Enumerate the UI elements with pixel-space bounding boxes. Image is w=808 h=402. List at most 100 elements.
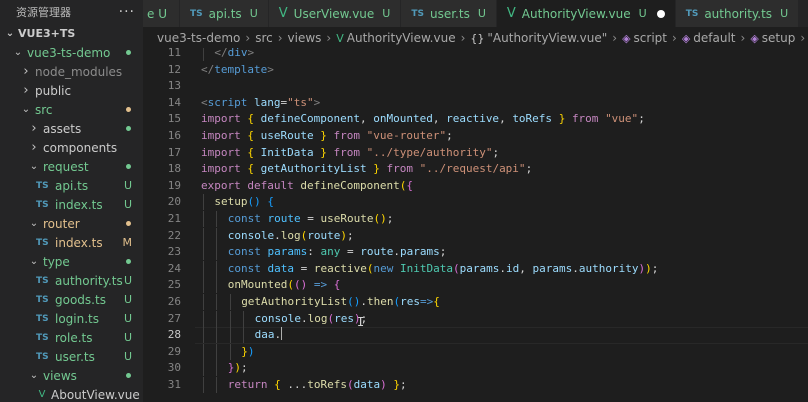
code-line[interactable]: 23 const params: any = route.params;	[143, 244, 808, 261]
code-line[interactable]: 28 daa.	[143, 327, 808, 345]
tab-api-ts[interactable]: TS api.ts U	[179, 0, 269, 27]
code-line[interactable]: 27 console.log(res);	[143, 310, 808, 327]
code-line[interactable]: 22 console.log(route);	[143, 227, 808, 244]
code-line[interactable]: 21 const route = useRoute();	[143, 211, 808, 227]
git-status-badge: U	[123, 312, 132, 325]
code-text: })	[241, 344, 254, 360]
more-actions-icon[interactable]: ···	[119, 4, 135, 20]
tree-item[interactable]: TS index.ts U	[0, 195, 143, 214]
code-token: daa	[254, 328, 275, 342]
code-token: }	[320, 129, 327, 142]
code-line[interactable]: 11 </div>	[143, 48, 808, 61]
tree-item[interactable]: V AboutView.vue	[0, 385, 143, 402]
code-text: console.log(route);	[228, 228, 354, 244]
code-token: res	[334, 311, 354, 325]
line-number: 17	[167, 145, 181, 159]
code-line[interactable]: 20 setup() {	[143, 194, 808, 211]
breadcrumb-item[interactable]: {} "AuthorityView.vue"	[470, 31, 607, 45]
breadcrumb-item[interactable]: V AuthorityView.vue	[336, 31, 455, 45]
code-token: {	[333, 278, 341, 292]
breadcrumb-item[interactable]: ◈ default	[682, 31, 736, 45]
code-line[interactable]: 31 return { ...toRefs(data) };	[143, 377, 808, 393]
chevron-right-icon: ›	[23, 64, 29, 79]
breadcrumb-item[interactable]: ◈ setup	[750, 31, 795, 45]
tab-userview-vue[interactable]: V UserView.vue U	[268, 0, 402, 27]
tree-item[interactable]: › assets	[0, 119, 143, 138]
line-number: 21	[167, 212, 181, 225]
tree-item-label: role.ts	[55, 330, 93, 345]
tree-item[interactable]: TS role.ts U	[0, 328, 143, 347]
tree-item[interactable]: TS authority.ts U	[0, 271, 143, 290]
code-line[interactable]: 16 import { useRoute } from "vue-router";	[143, 128, 808, 144]
code-line[interactable]: 19 export default defineComponent({	[143, 178, 808, 194]
chevron-right-icon: ›	[245, 30, 251, 45]
line-number: 24	[167, 261, 181, 275]
code-text: getAuthorityList().then(res=>{	[241, 294, 440, 310]
tree-item[interactable]: TS login.ts U	[0, 309, 143, 328]
git-status-dot	[126, 164, 131, 169]
tab-label: UserView.vue	[293, 6, 375, 21]
typescript-file-icon: TS	[36, 180, 49, 191]
code-line[interactable]: 12 </template>	[143, 62, 808, 78]
code-line[interactable]: 14 <script lang="ts">	[143, 95, 808, 111]
line-number: 28	[167, 328, 181, 342]
typescript-file-icon: TS	[411, 8, 424, 19]
code-editor[interactable]: 11 </div> 12 </template> 13 14 <script lang="t…	[143, 48, 808, 402]
chevron-right-icon: ›	[31, 121, 37, 136]
code-text: const route = useRoute();	[228, 211, 394, 227]
tree-item[interactable]: ⌄ request	[0, 157, 143, 176]
tab-authorityview-vue[interactable]: V AuthorityView.vue U	[496, 0, 676, 27]
tree-item[interactable]: ⌄ router	[0, 214, 143, 233]
code-line[interactable]: 24 const data = reactive(new InitData(par…	[143, 260, 808, 277]
breadcrumb-item[interactable]: ◈ script	[622, 31, 667, 45]
editor-tab-bar: e U TS api.ts U V UserView.vue U TS user.ts U V Aut…	[143, 0, 808, 27]
code-token: ;	[386, 212, 394, 225]
code-line[interactable]: 15 import { defineComponent, onMounted, r…	[143, 111, 808, 127]
breadcrumb-item[interactable]: views	[288, 31, 322, 45]
tree-item[interactable]: TS index.ts M	[0, 233, 143, 252]
tree-item-label: public	[35, 83, 72, 98]
tab-user-ts[interactable]: TS user.ts U	[401, 0, 497, 27]
tree-item[interactable]: TS api.ts U	[0, 176, 143, 195]
tree-item[interactable]: › components	[0, 138, 143, 157]
explorer-title: 资源管理器	[16, 6, 71, 19]
code-line[interactable]: 18 import { getAuthorityList } from "../r…	[143, 161, 808, 177]
code-line[interactable]: 29})	[143, 343, 808, 360]
tree-item[interactable]: ⌄ type	[0, 252, 143, 271]
tree-item-label: type	[43, 254, 70, 269]
tab-authority-ts[interactable]: TS authority.ts U	[675, 0, 800, 27]
typescript-file-icon: TS	[36, 294, 49, 305]
tree-item[interactable]: ⌄ views	[0, 366, 143, 385]
file-tree: ⌄ vue3-ts-demo › node_modules › public ⌄ src › as…	[0, 43, 143, 402]
code-line[interactable]: 30});	[143, 360, 808, 377]
unsaved-dot-icon[interactable]	[656, 9, 665, 18]
code-token: from	[333, 145, 360, 159]
tab-e-u[interactable]: e U	[143, 0, 180, 27]
tree-item[interactable]: ⌄ src	[0, 100, 143, 119]
tree-item-label: AboutView.vue	[51, 387, 140, 402]
indent-guide	[229, 310, 231, 327]
breadcrumb-label: AuthorityView.vue	[346, 30, 456, 45]
tree-item[interactable]: › node_modules	[0, 62, 143, 81]
chevron-down-icon: ⌄	[29, 370, 39, 381]
code-line[interactable]: 25 onMounted(() => {	[143, 277, 808, 294]
code-token: ()	[347, 295, 361, 308]
code-token: useRoute	[260, 129, 314, 142]
git-status-dot	[126, 373, 131, 378]
tree-item[interactable]: TS goods.ts U	[0, 290, 143, 309]
git-status-dot	[126, 126, 131, 131]
code-token: }	[241, 344, 248, 358]
code-line[interactable]: 26 getAuthorityList().then(res=>{	[143, 294, 808, 310]
breadcrumb-item[interactable]: src	[255, 31, 273, 45]
breadcrumb-item[interactable]: vue3-ts-demo	[157, 31, 240, 45]
code-token: console	[254, 311, 301, 325]
code-line[interactable]: 17 import { InitData } from "../type/auth…	[143, 145, 808, 161]
tree-item[interactable]: ⌄ vue3-ts-demo	[0, 43, 143, 62]
code-line[interactable]: 13	[143, 78, 808, 94]
workspace-root[interactable]: ⌄ VUE3+TS	[0, 24, 143, 43]
code-token: route	[267, 212, 301, 225]
tree-item[interactable]: › public	[0, 81, 143, 100]
tree-item[interactable]: TS user.ts U	[0, 347, 143, 366]
indent-guide	[216, 377, 218, 393]
git-status-dot	[126, 50, 131, 55]
